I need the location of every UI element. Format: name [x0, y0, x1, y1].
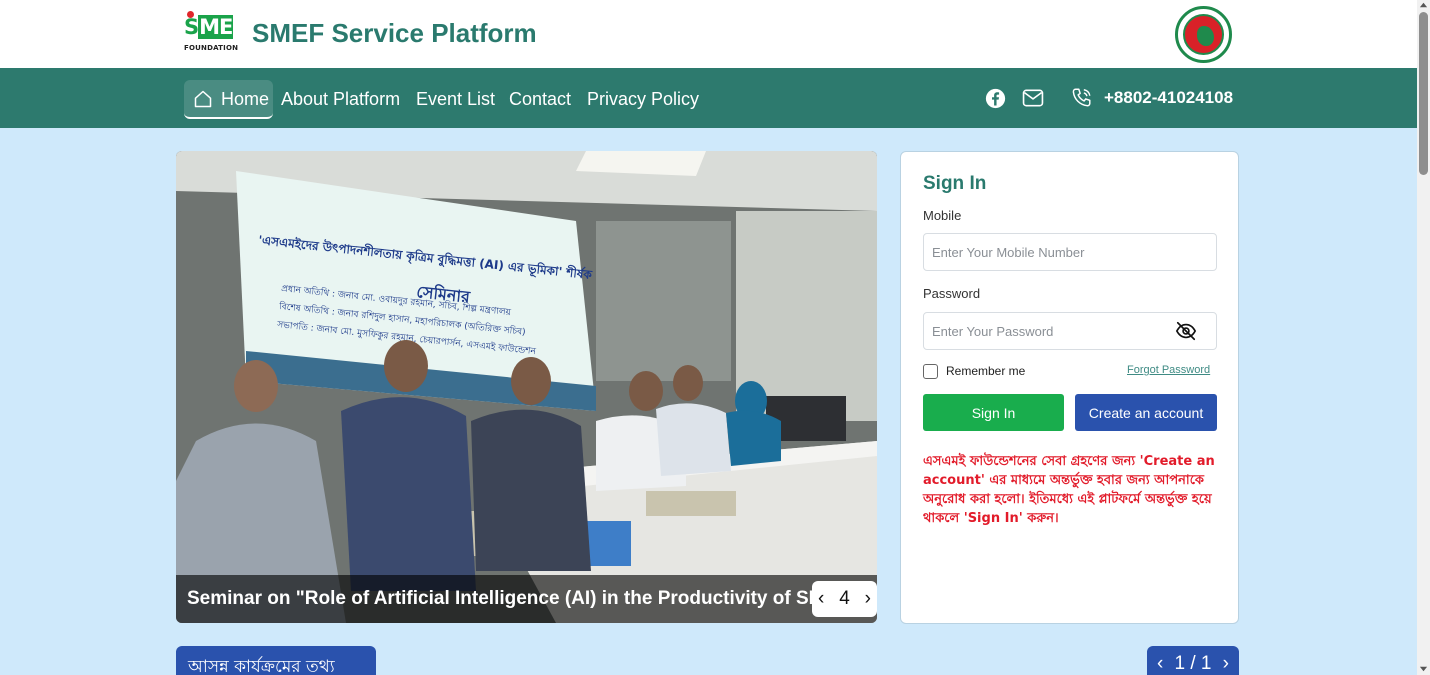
slide-controls: ‹ 4 ›: [812, 581, 877, 617]
nav-privacy-policy[interactable]: Privacy Policy: [587, 80, 699, 119]
slide-caption: Seminar on "Role of Artificial Intellige…: [187, 588, 812, 609]
nav-about-platform[interactable]: About Platform: [281, 80, 400, 119]
nav-home[interactable]: Home: [184, 80, 273, 119]
upcoming-events-heading: আসন্ন কার্যক্রমের তথ্য: [176, 646, 376, 675]
government-seal-icon: [1175, 6, 1232, 63]
signin-card: Sign In Mobile Password Remember me Forg…: [900, 151, 1239, 624]
smef-logo[interactable]: SME FOUNDATION: [184, 11, 240, 53]
create-account-button[interactable]: Create an account: [1075, 394, 1217, 431]
mobile-label: Mobile: [923, 208, 962, 223]
home-icon: [194, 90, 212, 108]
hero-slider[interactable]: 'এসএমইদের উৎপাদনশীলতায় কৃত্রিম বুদ্ধিমত…: [176, 151, 877, 623]
slide-number: 4: [839, 588, 850, 609]
nav-event-list[interactable]: Event List: [416, 80, 495, 119]
seminar-photo: 'এসএমইদের উৎপাদনশীলতায় কৃত্রিম বুদ্ধিমত…: [176, 151, 877, 623]
events-pager: ‹ 1 / 1 ›: [1147, 646, 1239, 675]
pager-next-button[interactable]: ›: [1223, 653, 1229, 675]
remember-me-label[interactable]: Remember me: [946, 364, 1025, 378]
facebook-icon[interactable]: [985, 88, 1006, 109]
nav-home-label: Home: [221, 89, 270, 109]
password-input[interactable]: [923, 312, 1217, 350]
slide-next-button[interactable]: ›: [865, 588, 871, 610]
logo-subtext: FOUNDATION: [184, 44, 239, 52]
pager-prev-button[interactable]: ‹: [1157, 653, 1163, 675]
mobile-input[interactable]: [923, 233, 1217, 271]
mail-icon[interactable]: [1022, 89, 1044, 107]
logo-wordmark: SME: [184, 15, 233, 39]
forgot-password-link[interactable]: Forgot Password: [1127, 364, 1210, 376]
signup-notice: এসএমই ফাউন্ডেশনের সেবা গ্রহণের জন্য 'Cre…: [923, 454, 1215, 526]
pager-indicator: 1 / 1: [1174, 653, 1212, 674]
phone-icon[interactable]: [1071, 87, 1093, 109]
header-bar: SME FOUNDATION SMEF Service Platform: [0, 0, 1417, 68]
eye-off-icon[interactable]: [1175, 320, 1197, 342]
remember-me-checkbox[interactable]: [923, 364, 938, 379]
scroll-down-icon[interactable]: [1419, 664, 1428, 673]
site-title[interactable]: SMEF Service Platform: [252, 18, 537, 49]
slide-prev-button[interactable]: ‹: [818, 588, 824, 610]
signin-button[interactable]: Sign In: [923, 394, 1064, 431]
slide-caption-bar: Seminar on "Role of Artificial Intellige…: [176, 575, 877, 623]
phone-number[interactable]: +8802-41024108: [1104, 87, 1233, 109]
scrollbar-thumb[interactable]: [1419, 12, 1428, 175]
nav-contact[interactable]: Contact: [509, 80, 571, 119]
signin-title: Sign In: [923, 173, 987, 194]
password-label: Password: [923, 286, 981, 301]
scroll-up-icon[interactable]: [1419, 1, 1428, 10]
